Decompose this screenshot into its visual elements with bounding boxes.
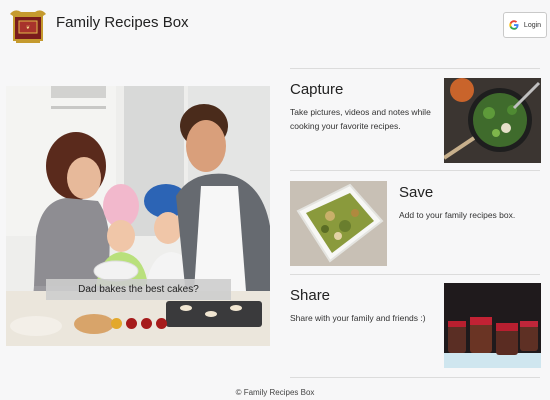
feature-title-save: Save: [399, 184, 434, 201]
svg-text:❦: ❦: [26, 25, 30, 31]
feature-title-capture: Capture: [290, 81, 344, 98]
carousel-indicators: [111, 318, 167, 329]
feature-text-share: Share with your family and friends :): [290, 313, 426, 323]
carousel-dot-4[interactable]: [156, 318, 167, 329]
login-label: Login: [523, 21, 542, 29]
login-button[interactable]: Login: [503, 12, 547, 38]
carousel-dot-1[interactable]: [111, 318, 122, 329]
feature-text-capture: Take pictures, videos and notes while co…: [290, 107, 431, 131]
save-image: [290, 181, 387, 266]
divider: [290, 170, 540, 171]
hero-caption: Dad bakes the best cakes?: [46, 279, 231, 300]
capture-image: [444, 78, 541, 163]
divider: [290, 68, 540, 69]
divider: [290, 274, 540, 275]
footer-copyright: © Family Recipes Box: [235, 388, 315, 397]
divider: [290, 377, 540, 378]
feature-text-save: Add to your family recipes box.: [399, 210, 516, 220]
header: ❦ Family Recipes Box Login: [0, 0, 550, 50]
google-icon: [509, 20, 519, 30]
app-title: Family Recipes Box: [56, 14, 189, 31]
share-image: [444, 283, 541, 368]
hero-carousel-image[interactable]: [6, 86, 270, 346]
feature-title-share: Share: [290, 287, 331, 304]
carousel-dot-3[interactable]: [141, 318, 152, 329]
carousel-dot-2[interactable]: [126, 318, 137, 329]
recipe-box-logo-icon[interactable]: ❦: [7, 4, 49, 46]
